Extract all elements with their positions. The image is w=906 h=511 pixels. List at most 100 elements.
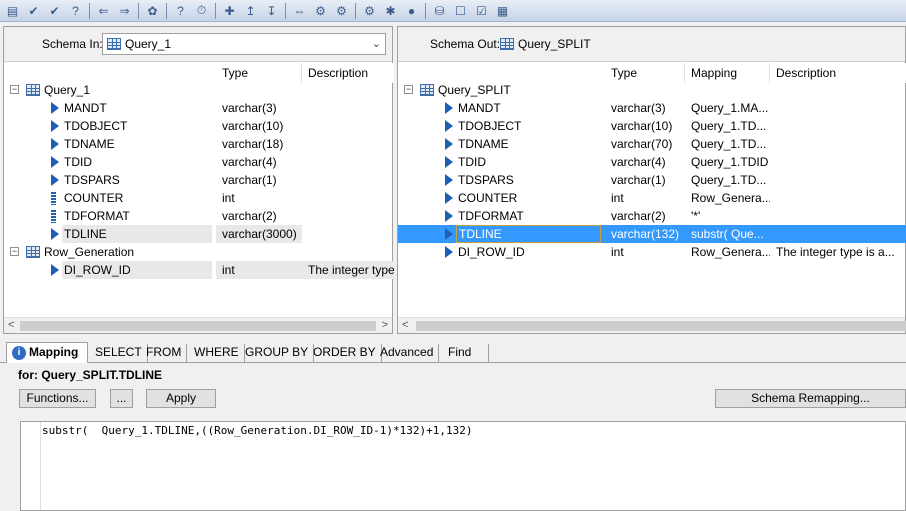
grid-icon[interactable]: ▦ (494, 2, 511, 19)
back-icon[interactable]: ⇐ (95, 2, 112, 19)
mapping-expression-text[interactable]: substr( Query_1.TDLINE,((Row_Generation.… (42, 424, 472, 437)
column-arrow-icon (51, 174, 59, 186)
globe-icon[interactable]: ● (403, 2, 420, 19)
header-description[interactable]: Description (302, 63, 394, 83)
apply-button[interactable]: Apply (146, 389, 216, 408)
tree-column-row[interactable]: TDID varchar(4) Query_1.TDID (398, 153, 906, 171)
checkbox-icon[interactable]: ☑ (473, 2, 490, 19)
header-mapping[interactable]: Mapping (685, 63, 770, 83)
key-column-icon (51, 192, 56, 205)
column-name: TDOBJECT (458, 119, 522, 133)
functions-button[interactable]: Functions... (19, 389, 96, 408)
down-icon[interactable]: ↧ (263, 2, 280, 19)
database-icon[interactable]: ⛁ (431, 2, 448, 19)
tab-bar: i Mapping SELECT FROM WHERE GROUP BY ORDE… (0, 341, 906, 363)
collapse-icon[interactable]: − (10, 247, 19, 256)
tree-column-row[interactable]: TDNAME varchar(18) (4, 135, 392, 153)
horizontal-scrollbar[interactable]: < (398, 317, 906, 333)
help-circle-icon[interactable]: ? (172, 2, 189, 19)
header-description[interactable]: Description (770, 63, 906, 83)
tree-column-row[interactable]: TDFORMAT varchar(2) (4, 207, 392, 225)
align-icon[interactable]: ⇔ (291, 2, 308, 19)
tab-group-by[interactable]: GROUP BY (240, 344, 315, 363)
tab-advanced[interactable]: Advanced (375, 344, 440, 363)
forward-icon[interactable]: ⇒ (116, 2, 133, 19)
tab-where[interactable]: WHERE (189, 344, 245, 363)
help-icon[interactable]: ? (67, 2, 84, 19)
tab-select[interactable]: SELECT (90, 344, 148, 363)
cell-mapping: Query_1.TD... (691, 137, 767, 151)
tree-table-node[interactable]: − Row_Generation (4, 243, 392, 261)
tab-mapping[interactable]: i Mapping (6, 342, 88, 363)
table-icon (26, 84, 40, 96)
tab-label: WHERE (194, 345, 239, 359)
gear-a-icon[interactable]: ⚙ (312, 2, 329, 19)
column-name: TDSPARS (64, 173, 120, 187)
tree-column-row[interactable]: TDFORMAT varchar(2) '*' (398, 207, 906, 225)
tab-order-by[interactable]: ORDER BY (308, 344, 382, 363)
gear-b-icon[interactable]: ⚙ (333, 2, 350, 19)
cell-type: varchar(10) (222, 119, 284, 133)
tree-column-row[interactable]: COUNTER int Row_Genera... (398, 189, 906, 207)
tree-column-row[interactable]: DI_ROW_ID int The integer type (4, 261, 394, 279)
schema-out-selector[interactable]: Query_SPLIT (496, 33, 796, 55)
cell-type: varchar(1) (222, 173, 277, 187)
scroll-right-icon[interactable]: > (382, 319, 388, 331)
tab-label: GROUP BY (245, 345, 309, 359)
schema-in-dropdown[interactable]: Query_1 ⌄ (102, 33, 386, 55)
gear-c-icon[interactable]: ⚙ (361, 2, 378, 19)
scroll-left-icon[interactable]: < (402, 319, 408, 331)
chevron-down-icon: ⌄ (371, 38, 381, 50)
mapping-expression-editor[interactable]: substr( Query_1.TDLINE,((Row_Generation.… (20, 421, 906, 511)
tree-table-node[interactable]: − Query_1 (4, 81, 392, 99)
scroll-left-icon[interactable]: < (8, 319, 14, 331)
key-column-icon (51, 210, 56, 223)
ellipsis-button[interactable]: ... (110, 389, 133, 408)
scrollbar-thumb[interactable] (416, 321, 906, 331)
mapping-for-label: for: Query_SPLIT.TDLINE (18, 368, 163, 382)
tab-find[interactable]: Find (443, 344, 489, 363)
column-name: TDNAME (458, 137, 509, 151)
tree-column-row[interactable]: TDLINE varchar(3000) (4, 225, 392, 243)
form-icon[interactable]: ▤ (4, 2, 21, 19)
column-arrow-icon (445, 138, 453, 150)
toolbar: ▤ ✔ ✔? ⇐ ⇒ ✿? ⏱ ✚ ↥ ↧ ⇔ ⚙ ⚙ ⚙ ✱ ● ⛁ ☐ ☑ ▦ (0, 0, 906, 22)
tree-column-row[interactable]: TDLINE varchar(132) substr( Que... (398, 225, 906, 243)
validate-icon[interactable]: ✔ (46, 2, 63, 19)
cell-type: int (611, 245, 624, 259)
cell-mapping: substr( Que... (691, 227, 764, 241)
horizontal-scrollbar[interactable]: < > (4, 317, 392, 333)
toolbar-separator (355, 2, 356, 19)
collapse-icon[interactable]: − (404, 85, 413, 94)
toolbar-separator (285, 2, 286, 19)
tree-column-row[interactable]: TDID varchar(4) (4, 153, 392, 171)
tree-column-row[interactable]: TDNAME varchar(70) Query_1.TD... (398, 135, 906, 153)
tree-column-row[interactable]: TDOBJECT varchar(10) Query_1.TD... (398, 117, 906, 135)
tree-column-row[interactable]: TDSPARS varchar(1) Query_1.TD... (398, 171, 906, 189)
column-arrow-icon (445, 156, 453, 168)
tree-column-row[interactable]: DI_ROW_ID int Row_Genera... The integer typ… (398, 243, 906, 261)
tree-column-row[interactable]: TDSPARS varchar(1) (4, 171, 392, 189)
schema-remapping-button[interactable]: Schema Remapping... (715, 389, 906, 408)
collapse-icon[interactable]: − (10, 85, 19, 94)
check-icon[interactable]: ✔ (25, 2, 42, 19)
tree-column-row[interactable]: MANDT varchar(3) Query_1.MA... (398, 99, 906, 117)
stop-icon[interactable]: ✱ (382, 2, 399, 19)
header-type[interactable]: Type (605, 63, 685, 83)
tree-column-row[interactable]: MANDT varchar(3) (4, 99, 392, 117)
clock-icon[interactable]: ⏱ (193, 2, 210, 19)
hierarchy-icon[interactable]: ✚ (221, 2, 238, 19)
tree-table-node[interactable]: − Query_SPLIT (398, 81, 906, 99)
object-icon[interactable]: ✿ (144, 2, 161, 19)
tree-column-row[interactable]: COUNTER int (4, 189, 392, 207)
tree-column-row[interactable]: TDOBJECT varchar(10) (4, 117, 392, 135)
properties-icon[interactable]: ☐ (452, 2, 469, 19)
toolbar-separator (425, 2, 426, 19)
tab-from[interactable]: FROM (141, 344, 188, 363)
column-arrow-icon (51, 120, 59, 132)
cell-mapping: Query_1.TDID (691, 155, 769, 169)
scrollbar-thumb[interactable] (20, 321, 376, 331)
cell-type: varchar(132) (611, 227, 680, 241)
header-type[interactable]: Type (216, 63, 302, 83)
up-icon[interactable]: ↥ (242, 2, 259, 19)
